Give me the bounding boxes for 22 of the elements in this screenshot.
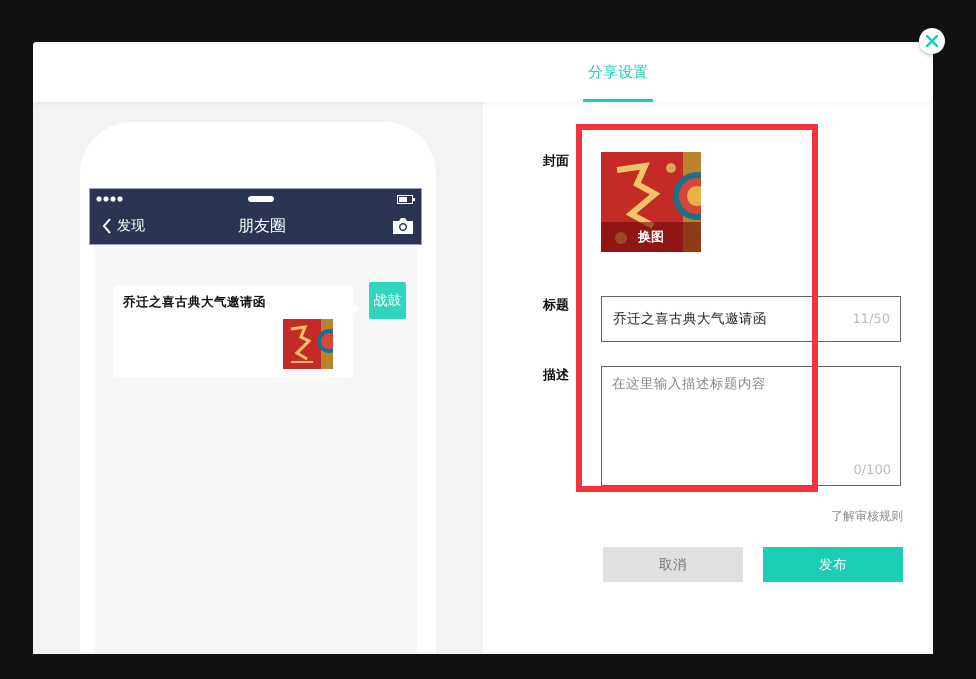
change-image-button[interactable]: 换图 <box>601 222 701 252</box>
avatar: 战鼓 <box>369 282 406 319</box>
camera-icon[interactable] <box>393 218 413 234</box>
field-label: 封面 <box>543 153 570 170</box>
signal-icon <box>96 196 124 202</box>
field-label: 描述 <box>543 367 570 384</box>
notch-icon <box>248 196 274 202</box>
review-rules-link[interactable]: 了解审核规则 <box>831 508 903 525</box>
back-link[interactable]: 发现 <box>102 217 145 235</box>
field-label: 标题 <box>543 297 570 314</box>
post-title: 乔迁之喜古典大气邀请函 <box>123 294 267 311</box>
publish-button[interactable]: 发布 <box>763 547 903 582</box>
title-field[interactable]: 乔迁之喜古典大气邀请函 11/50 <box>601 296 901 342</box>
character-count: 11/50 <box>852 312 890 326</box>
battery-icon <box>397 194 415 204</box>
close-icon <box>926 35 938 47</box>
close-button[interactable] <box>919 28 945 54</box>
chevron-left-icon <box>102 218 112 234</box>
screen-title: 朋友圈 <box>238 216 286 236</box>
tab[interactable]: 分享设置 <box>583 42 653 102</box>
cancel-button[interactable]: 取消 <box>603 547 743 582</box>
character-count: 0/100 <box>854 463 891 478</box>
